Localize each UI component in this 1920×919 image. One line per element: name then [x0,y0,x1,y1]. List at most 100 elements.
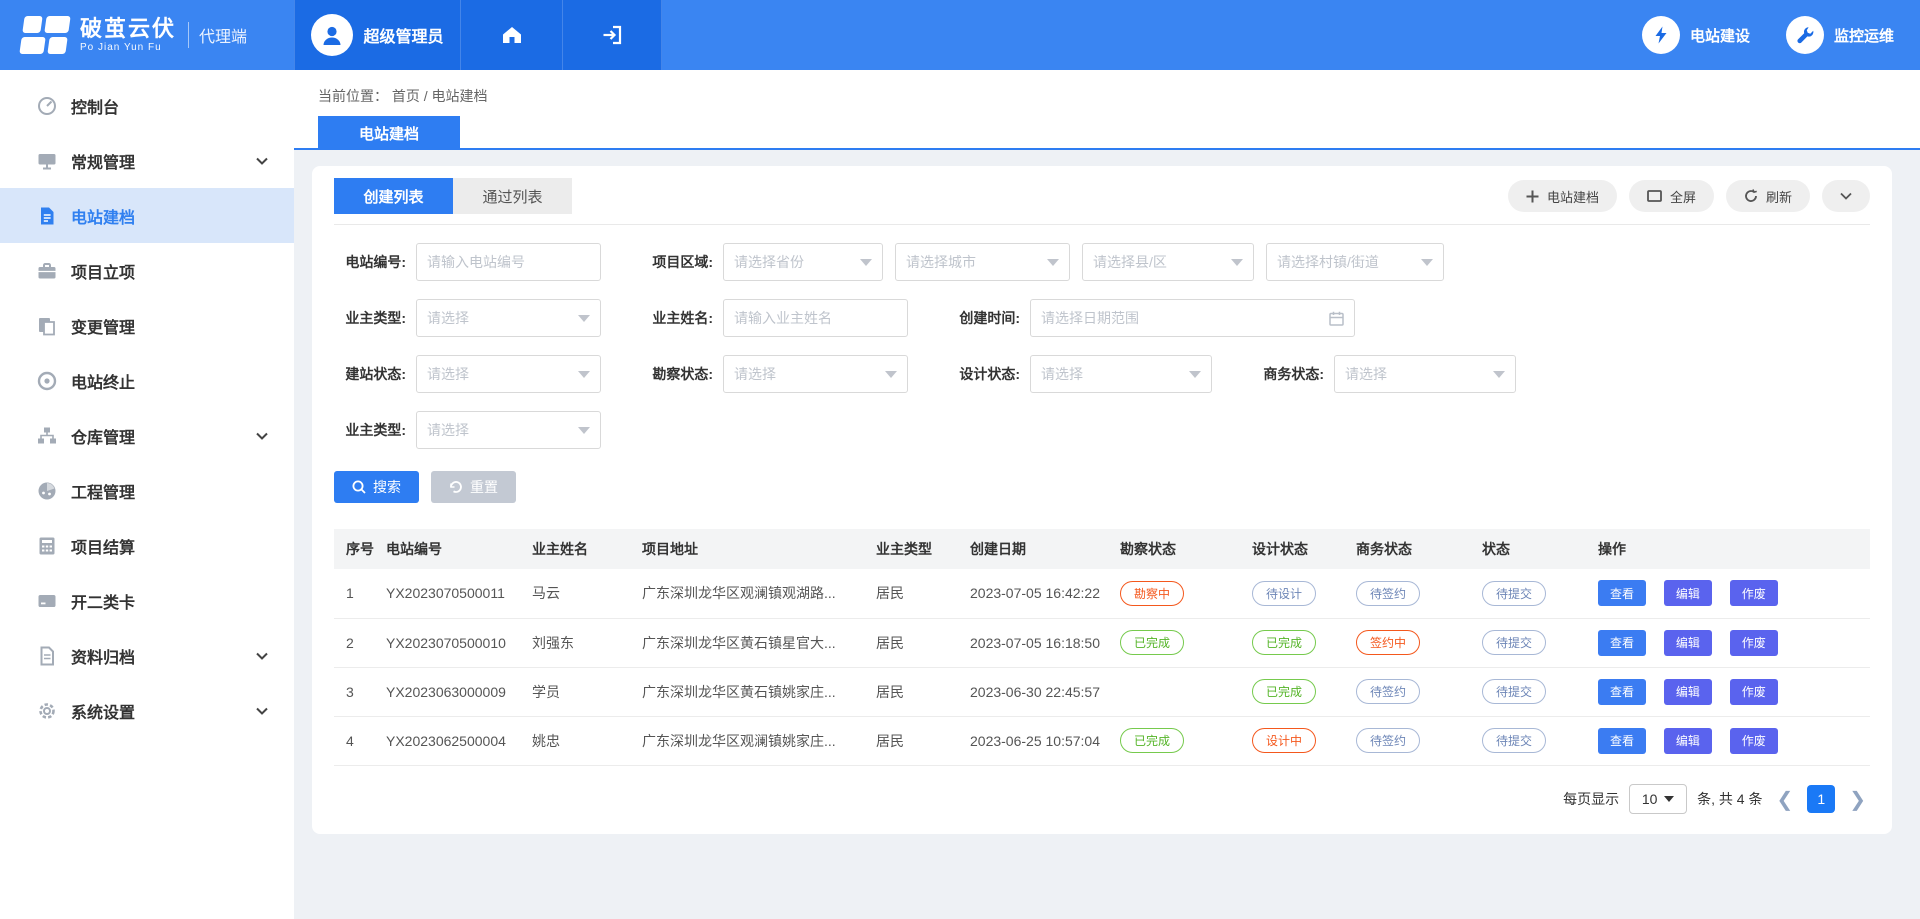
fullscreen-button[interactable]: 全屏 [1629,180,1714,212]
col-header: 操作 [1586,529,1870,569]
design-status-select[interactable]: 请选择 [1030,355,1212,393]
business-status-select[interactable]: 请选择 [1334,355,1516,393]
create-time-label: 创建时间: [948,308,1020,328]
logo-icon [19,14,71,56]
owner-type-select[interactable]: 请选择 [416,299,601,337]
sidebar-item-station-archive[interactable]: 电站建档 [0,188,294,243]
edit-button[interactable]: 编辑 [1664,630,1712,656]
void-button[interactable]: 作废 [1730,630,1778,656]
sidebar-item-system-settings[interactable]: 系统设置 [0,683,294,738]
gear-icon [37,701,57,721]
avatar [311,14,353,56]
build-status-select[interactable]: 请选择 [416,355,601,393]
design-status-badge: 已完成 [1252,679,1316,704]
tab-create-list[interactable]: 创建列表 [334,178,453,214]
sidebar-item-general-mgmt[interactable]: 常规管理 [0,133,294,188]
divider [334,224,1870,225]
view-button[interactable]: 查看 [1598,728,1646,754]
create-station-button[interactable]: 电站建档 [1508,180,1617,212]
owner-name-label: 业主姓名: [641,308,713,328]
circle-dot-icon [37,371,57,391]
edit-button[interactable]: 编辑 [1664,580,1712,606]
sidebar-item-project-settlement[interactable]: 项目结算 [0,518,294,573]
sidebar-item-change-mgmt[interactable]: 变更管理 [0,298,294,353]
void-button[interactable]: 作废 [1730,728,1778,754]
caret-down-icon [885,371,897,378]
col-header: 创建日期 [958,529,1108,569]
create-time-range-picker[interactable]: 请选择日期范围 [1030,299,1355,337]
sidebar-item-data-archive[interactable]: 资料归档 [0,628,294,683]
search-button[interactable]: 搜索 [334,471,419,503]
collapse-toolbar-button[interactable] [1822,180,1870,212]
sidebar-item-type2-card[interactable]: 开二类卡 [0,573,294,628]
sidebar-item-station-terminate[interactable]: 电站终止 [0,353,294,408]
logout-icon [600,23,624,47]
caret-down-icon [1047,259,1059,266]
station-code-input[interactable] [427,254,590,270]
design-status-badge: 设计中 [1252,728,1316,753]
province-select[interactable]: 请选择省份 [723,243,883,281]
chevron-down-icon [256,432,268,440]
per-page-select[interactable]: 10 [1629,784,1687,814]
page-number-1[interactable]: 1 [1807,785,1835,813]
nav-station-build[interactable]: 电站建设 [1642,0,1750,70]
content-card: 创建列表 通过列表 电站建档 全屏 [312,166,1892,834]
status-badge: 待提交 [1482,728,1546,753]
region-label: 项目区域: [641,252,713,272]
home-button[interactable] [460,0,562,70]
col-header: 业主类型 [864,529,958,569]
caret-down-icon [1189,371,1201,378]
edit-button[interactable]: 编辑 [1664,728,1712,754]
lightning-icon [1642,16,1680,54]
view-button[interactable]: 查看 [1598,630,1646,656]
sidebar-item-console[interactable]: 控制台 [0,78,294,133]
sidebar: 控制台 常规管理 电站建档 项目立项 变更管理 电站终止 [0,70,294,919]
view-button[interactable]: 查看 [1598,580,1646,606]
logout-button[interactable] [562,0,662,70]
search-icon [352,480,366,494]
user-menu[interactable]: 超级管理员 [294,0,460,70]
page-tab-station-archive[interactable]: 电站建档 [318,116,460,150]
owner-name-input[interactable] [734,310,897,326]
caret-down-icon [1493,371,1505,378]
refresh-button[interactable]: 刷新 [1726,180,1810,212]
status-badge: 待提交 [1482,630,1546,655]
owner-type2-select[interactable]: 请选择 [416,411,601,449]
caret-down-icon [860,259,872,266]
chevron-down-icon [256,652,268,660]
total-count-label: 条, 共 4 条 [1697,789,1762,809]
view-button[interactable]: 查看 [1598,679,1646,705]
tab-passed-list[interactable]: 通过列表 [453,178,572,214]
sidebar-item-project-initiation[interactable]: 项目立项 [0,243,294,298]
owner-type2-label: 业主类型: [334,420,406,440]
refresh-icon [1744,189,1758,203]
reset-button[interactable]: 重置 [431,471,516,503]
col-header: 业主姓名 [520,529,630,569]
business-status-badge: 待签约 [1356,728,1420,753]
city-select[interactable]: 请选择城市 [895,243,1070,281]
design-status-badge: 待设计 [1252,581,1316,606]
prev-page-button[interactable]: ❮︎ [1772,789,1797,809]
station-code-input-wrap [416,243,601,281]
survey-status-select[interactable]: 请选择 [723,355,908,393]
col-header: 序号 [334,529,374,569]
caret-down-icon [578,427,590,434]
town-select[interactable]: 请选择村镇/街道 [1266,243,1444,281]
void-button[interactable]: 作废 [1730,679,1778,705]
sidebar-item-warehouse-mgmt[interactable]: 仓库管理 [0,408,294,463]
business-status-badge: 待签约 [1356,679,1420,704]
caret-down-icon [1421,259,1433,266]
nav-monitor-ops[interactable]: 监控运维 [1786,0,1894,70]
county-select[interactable]: 请选择县/区 [1082,243,1254,281]
void-button[interactable]: 作废 [1730,580,1778,606]
col-header: 项目地址 [630,529,864,569]
caret-down-icon [578,315,590,322]
next-page-button[interactable]: ❯︎ [1845,789,1870,809]
station-table: 序号 电站编号 业主姓名 项目地址 业主类型 创建日期 勘察状态 设计状态 商务… [334,529,1870,766]
table-row: 4 YX2023062500004 姚忠 广东深圳龙华区观澜镇姚家庄... 居民… [334,716,1870,765]
per-page-label: 每页显示 [1563,789,1619,809]
chevron-down-icon [256,707,268,715]
sidebar-item-engineering-mgmt[interactable]: 工程管理 [0,463,294,518]
build-status-label: 建站状态: [334,364,406,384]
edit-button[interactable]: 编辑 [1664,679,1712,705]
